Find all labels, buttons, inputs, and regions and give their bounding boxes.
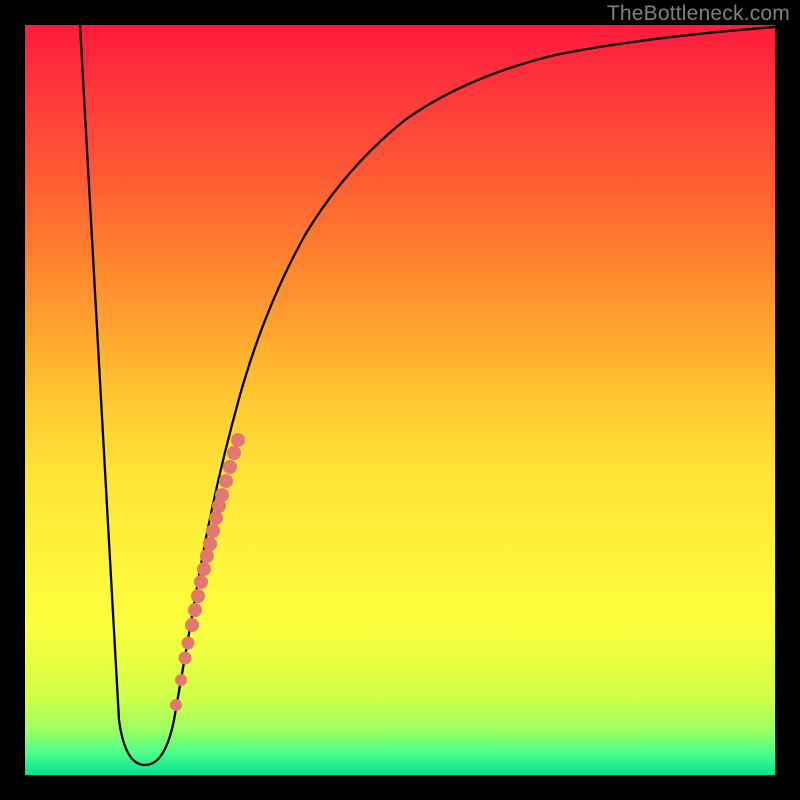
scatter-dot bbox=[200, 549, 214, 563]
scatter-dot bbox=[194, 575, 208, 589]
plot-area bbox=[25, 25, 775, 775]
scatter-dot bbox=[191, 589, 205, 603]
scatter-dot bbox=[175, 674, 187, 686]
scatter-dot bbox=[197, 562, 211, 576]
scatter-dot bbox=[215, 488, 229, 502]
scatter-dot bbox=[231, 433, 245, 447]
scatter-dot bbox=[182, 637, 195, 650]
scatter-dot bbox=[188, 603, 202, 617]
scatter-dot bbox=[203, 537, 217, 551]
scatter-group bbox=[170, 433, 245, 711]
watermark-label: TheBottleneck.com bbox=[607, 2, 790, 26]
scatter-dot bbox=[185, 618, 199, 632]
scatter-dot bbox=[179, 652, 192, 665]
scatter-dot bbox=[223, 460, 237, 474]
scatter-dot bbox=[206, 524, 220, 538]
scatter-dot bbox=[209, 511, 223, 525]
bottleneck-curve-svg bbox=[25, 25, 775, 775]
scatter-dot bbox=[219, 474, 233, 488]
scatter-dot bbox=[170, 699, 182, 711]
chart-frame: TheBottleneck.com bbox=[0, 0, 800, 800]
scatter-dot bbox=[227, 446, 241, 460]
